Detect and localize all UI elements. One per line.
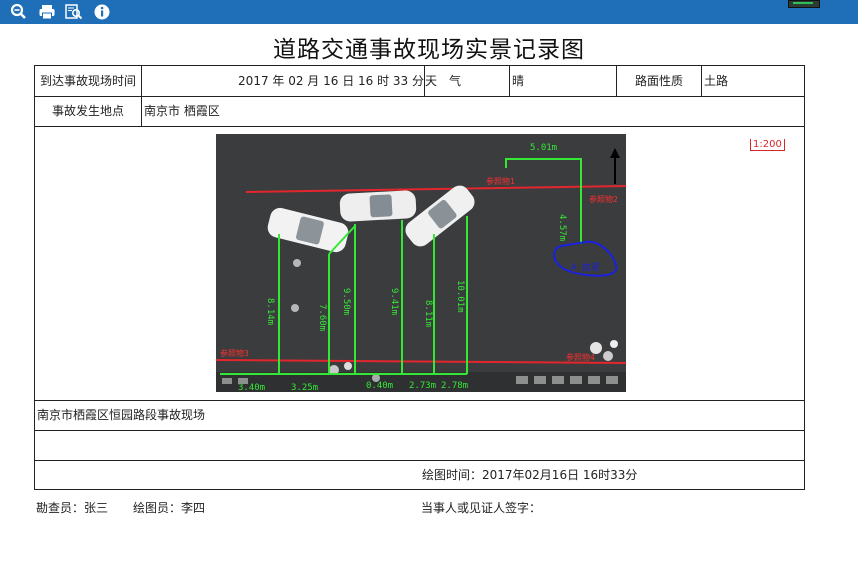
zoom-in-icon[interactable] — [10, 3, 28, 21]
scene-photo: 5.01m 4.57m 8.14m 7.60m 9.50m 9.41m 8.11… — [216, 134, 626, 392]
info-icon[interactable] — [93, 3, 111, 21]
measure-8-11: 8.11m — [423, 300, 433, 327]
record-form: 到达事故现场时间 2017 年 02 月 16 日 16 时 33 分 天 气 … — [34, 65, 805, 490]
drawn-time: 绘图时间：2017年02月16日 16时33分 — [422, 468, 638, 482]
inspector: 勘查员：张三 — [36, 501, 109, 515]
measure-10-01: 10.01m — [455, 280, 465, 313]
measure-2-78: 2.78m — [441, 381, 468, 391]
measure-4-57: 4.57m — [557, 214, 567, 241]
location-label: 事故发生地点 — [51, 104, 124, 118]
reference-label-3: 参照物3 — [220, 348, 249, 358]
weather-value: 晴 — [512, 74, 525, 88]
road-surface-label: 路面性质 — [634, 74, 683, 88]
measure-9-50: 9.50m — [341, 288, 351, 315]
drafter: 绘图员：李四 — [133, 501, 206, 515]
measure-0-40: 0.40m — [366, 381, 393, 391]
weather-label: 天 气 — [425, 74, 462, 88]
measure-3-40: 3.40m — [238, 383, 265, 392]
blood-marker-label: A 血迹 — [571, 261, 600, 273]
search-preview-icon[interactable] — [65, 3, 83, 21]
signature-label: 当事人或见证人签字： — [421, 501, 542, 515]
reference-label-2: 参照物2 — [589, 194, 618, 204]
reference-label-4: 参照物4 — [566, 352, 595, 362]
measure-3-25: 3.25m — [291, 383, 318, 392]
print-icon[interactable] — [38, 3, 56, 21]
measure-7-60: 7.60m — [317, 304, 327, 331]
measure-9-41: 9.41m — [389, 288, 399, 315]
toolbar — [0, 0, 858, 24]
status-indicator — [788, 0, 820, 8]
road-surface-value: 土路 — [704, 74, 729, 88]
location-value: 南京市 栖霞区 — [144, 104, 220, 118]
document-title: 道路交通事故现场实景记录图 — [273, 37, 585, 63]
measure-2-73: 2.73m — [409, 381, 436, 391]
scale-label: 1:200 — [750, 139, 785, 151]
arrival-time-value: 2017 年 02 月 16 日 16 时 33 分 — [238, 74, 424, 88]
reference-label-1: 参照物1 — [486, 176, 515, 186]
measure-5-01: 5.01m — [530, 143, 557, 153]
arrival-time-label: 到达事故现场时间 — [39, 74, 136, 88]
scene-caption: 南京市栖霞区恒园路段事故现场 — [37, 408, 206, 422]
measure-8-14: 8.14m — [265, 298, 275, 325]
